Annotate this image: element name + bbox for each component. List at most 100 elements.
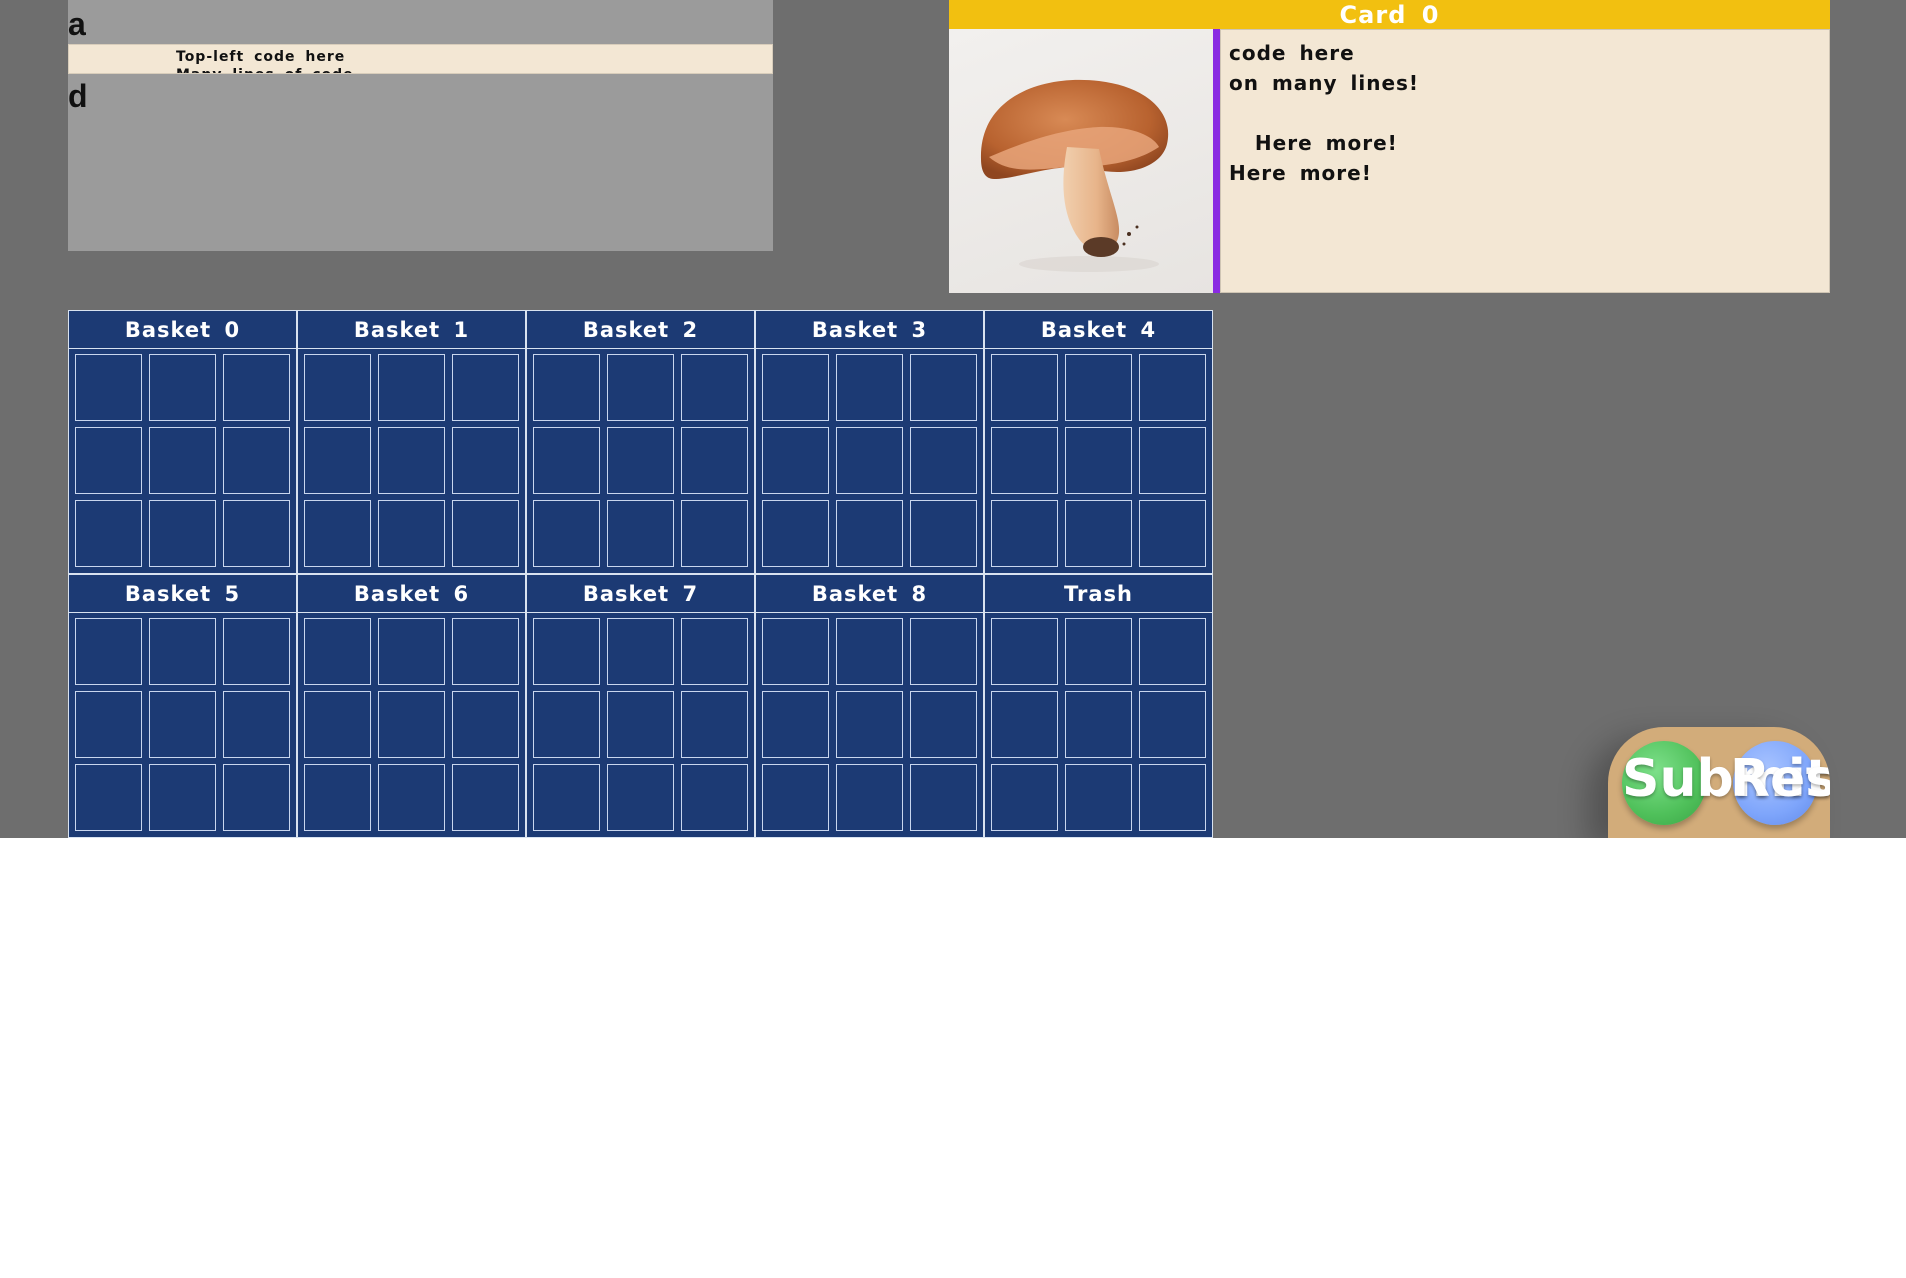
- basket-slot[interactable]: [910, 618, 977, 685]
- basket-slot[interactable]: [149, 427, 216, 494]
- basket-slot[interactable]: [149, 500, 216, 567]
- basket-4[interactable]: Basket 4: [984, 310, 1213, 574]
- basket-slot[interactable]: [149, 691, 216, 758]
- basket-slot[interactable]: [991, 354, 1058, 421]
- basket-slot[interactable]: [304, 618, 371, 685]
- basket-slot[interactable]: [149, 354, 216, 421]
- basket-slot[interactable]: [910, 764, 977, 831]
- basket-1[interactable]: Basket 1: [297, 310, 526, 574]
- basket-slot[interactable]: [836, 354, 903, 421]
- basket-slot[interactable]: [762, 427, 829, 494]
- basket-slot[interactable]: [681, 500, 748, 567]
- basket-slot[interactable]: [223, 691, 290, 758]
- basket-7[interactable]: Basket 7: [526, 574, 755, 838]
- basket-slot[interactable]: [452, 691, 519, 758]
- basket-slot[interactable]: [75, 764, 142, 831]
- basket-slot[interactable]: [1139, 691, 1206, 758]
- card[interactable]: Card 0 code here on many lines! Here mor…: [949, 0, 1830, 293]
- basket-slot[interactable]: [75, 427, 142, 494]
- basket-slot[interactable]: [1065, 691, 1132, 758]
- basket-slot[interactable]: [304, 354, 371, 421]
- basket-slot[interactable]: [75, 691, 142, 758]
- basket-slot[interactable]: [223, 354, 290, 421]
- basket-5[interactable]: Basket 5: [68, 574, 297, 838]
- basket-3[interactable]: Basket 3: [755, 310, 984, 574]
- basket-slot[interactable]: [910, 691, 977, 758]
- basket-slot[interactable]: [533, 691, 600, 758]
- basket-slot[interactable]: [1139, 427, 1206, 494]
- basket-slot[interactable]: [452, 427, 519, 494]
- basket-slot[interactable]: [533, 764, 600, 831]
- basket-slot[interactable]: [910, 354, 977, 421]
- basket-slot[interactable]: [378, 427, 445, 494]
- basket-slot[interactable]: [991, 500, 1058, 567]
- basket-slot[interactable]: [378, 618, 445, 685]
- basket-8[interactable]: Basket 8: [755, 574, 984, 838]
- basket-slot[interactable]: [75, 500, 142, 567]
- basket-slot[interactable]: [452, 500, 519, 567]
- basket-slot[interactable]: [378, 764, 445, 831]
- basket-slot[interactable]: [607, 500, 674, 567]
- basket-slot[interactable]: [1139, 618, 1206, 685]
- basket-slot[interactable]: [836, 691, 903, 758]
- basket-slot[interactable]: [607, 427, 674, 494]
- basket-slot[interactable]: [223, 764, 290, 831]
- basket-slot[interactable]: [991, 618, 1058, 685]
- basket-slot[interactable]: [149, 764, 216, 831]
- basket-slot[interactable]: [681, 691, 748, 758]
- basket-slot[interactable]: [910, 427, 977, 494]
- basket-slot[interactable]: [762, 691, 829, 758]
- basket-0[interactable]: Basket 0: [68, 310, 297, 574]
- basket-slot[interactable]: [75, 354, 142, 421]
- basket-slot[interactable]: [533, 427, 600, 494]
- basket-slot[interactable]: [681, 427, 748, 494]
- basket-6[interactable]: Basket 6: [297, 574, 526, 838]
- basket-slot[interactable]: [836, 764, 903, 831]
- basket-slot[interactable]: [991, 691, 1058, 758]
- basket-slot[interactable]: [1065, 427, 1132, 494]
- basket-slot[interactable]: [762, 764, 829, 831]
- basket-2[interactable]: Basket 2: [526, 310, 755, 574]
- basket-slot[interactable]: [607, 354, 674, 421]
- basket-slot[interactable]: [533, 500, 600, 567]
- basket-slot[interactable]: [1065, 500, 1132, 567]
- basket-slot[interactable]: [533, 354, 600, 421]
- basket-slot[interactable]: [681, 764, 748, 831]
- basket-slot[interactable]: [910, 500, 977, 567]
- basket-slot[interactable]: [681, 618, 748, 685]
- basket-slot[interactable]: [378, 354, 445, 421]
- basket-slot[interactable]: [607, 764, 674, 831]
- basket-slot[interactable]: [223, 427, 290, 494]
- basket-slot[interactable]: [681, 354, 748, 421]
- basket-slot[interactable]: [304, 500, 371, 567]
- basket-slot[interactable]: [304, 691, 371, 758]
- basket-slot[interactable]: [762, 500, 829, 567]
- basket-slot[interactable]: [836, 500, 903, 567]
- basket-slot[interactable]: [1139, 764, 1206, 831]
- basket-slot[interactable]: [75, 618, 142, 685]
- basket-slot[interactable]: [836, 427, 903, 494]
- basket-slot[interactable]: [304, 764, 371, 831]
- basket-slot[interactable]: [452, 354, 519, 421]
- basket-slot[interactable]: [149, 618, 216, 685]
- basket-slot[interactable]: [304, 427, 371, 494]
- basket-slot[interactable]: [1065, 354, 1132, 421]
- basket-slot[interactable]: [452, 618, 519, 685]
- basket-slot[interactable]: [378, 691, 445, 758]
- basket-slot[interactable]: [378, 500, 445, 567]
- basket-slot[interactable]: [1139, 500, 1206, 567]
- card-code-area[interactable]: code here on many lines! Here more! Here…: [1220, 29, 1830, 293]
- basket-slot[interactable]: [762, 618, 829, 685]
- basket-slot[interactable]: [223, 500, 290, 567]
- basket-slot[interactable]: [836, 618, 903, 685]
- basket-slot[interactable]: [991, 764, 1058, 831]
- basket-9[interactable]: Trash: [984, 574, 1213, 838]
- basket-slot[interactable]: [1139, 354, 1206, 421]
- basket-slot[interactable]: [223, 618, 290, 685]
- basket-slot[interactable]: [607, 618, 674, 685]
- basket-slot[interactable]: [452, 764, 519, 831]
- basket-slot[interactable]: [1065, 764, 1132, 831]
- basket-slot[interactable]: [533, 618, 600, 685]
- code-snippet[interactable]: Top-left code here Many lines of code: [68, 44, 773, 74]
- basket-slot[interactable]: [991, 427, 1058, 494]
